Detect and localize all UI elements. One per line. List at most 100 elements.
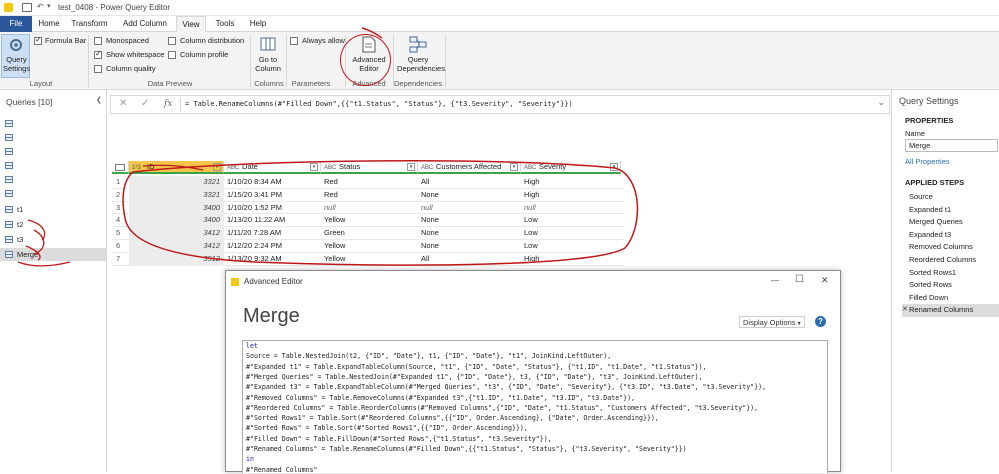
columns-group-label: Columns — [254, 79, 284, 88]
step-label: Renamed Columns — [909, 305, 974, 315]
annotation-stroke — [17, 219, 71, 267]
column-quality-checkbox[interactable] — [94, 65, 102, 73]
applied-step[interactable]: Sorted Rows — [902, 279, 999, 292]
app-logo-icon — [4, 3, 13, 12]
collapse-pane-icon[interactable]: ❮ — [96, 96, 102, 104]
tab-home[interactable]: Home — [33, 16, 65, 32]
query-item[interactable] — [0, 187, 106, 200]
table-icon — [5, 221, 13, 228]
dialog-title: Advanced Editor — [244, 277, 303, 286]
dialog-app-icon — [231, 278, 239, 286]
formula-divider — [180, 98, 181, 111]
query-item[interactable] — [0, 131, 106, 144]
applied-step[interactable]: Source — [902, 191, 999, 204]
advanced-editor-dialog: Advanced Editor — ☐ ✕ Merge Display Opti… — [225, 270, 841, 474]
go-to-column-button[interactable]: Go to Column — [254, 35, 282, 75]
name-input[interactable]: Merge — [905, 139, 998, 152]
ribbon-divider — [88, 35, 89, 87]
code-line: #"Sorted Rows1" = Table.Sort(#"Reordered… — [246, 414, 659, 423]
go-to-column-label: Go to Column — [255, 55, 281, 73]
display-options-dropdown[interactable]: Display Options ▾ — [739, 316, 805, 328]
query-item[interactable] — [0, 173, 106, 186]
settings-title: Query Settings — [899, 96, 959, 106]
tab-add-column[interactable]: Add Column — [117, 16, 173, 32]
delete-step-icon[interactable]: ✕ — [902, 304, 908, 317]
monospaced-checkbox[interactable] — [94, 37, 102, 45]
applied-step[interactable]: Reordered Columns — [902, 254, 999, 267]
undo-icon[interactable]: ↶ — [37, 2, 44, 11]
applied-step[interactable]: Expanded t3 — [902, 229, 999, 242]
help-icon[interactable]: ? — [815, 316, 826, 327]
quick-access-dropdown-icon[interactable]: ▾ — [47, 2, 51, 10]
dependencies-group-label: Dependencies — [394, 79, 442, 88]
tab-help[interactable]: Help — [244, 16, 272, 32]
table-icon — [5, 148, 13, 155]
annotation-loop — [122, 160, 639, 266]
applied-step-selected[interactable]: ✕ Renamed Columns — [902, 304, 999, 317]
always-allow-checkbox[interactable] — [290, 37, 298, 45]
always-allow-label: Always allow — [302, 36, 345, 45]
code-line: Source = Table.NestedJoin(t2, {"ID", "Da… — [246, 352, 612, 361]
expand-formula-icon[interactable]: ⌄ — [877, 97, 885, 108]
ribbon: Query Settings Formula Bar Layout Monosp… — [0, 32, 999, 90]
query-item[interactable] — [0, 145, 106, 158]
table-icon — [5, 190, 13, 197]
column-distribution-checkbox[interactable] — [168, 37, 176, 45]
code-line: #"Removed Columns" = Table.RemoveColumns… — [246, 393, 636, 402]
applied-step[interactable]: Sorted Rows1 — [902, 267, 999, 280]
applied-step[interactable]: Filled Down — [902, 292, 999, 305]
applied-step[interactable]: Expanded t1 — [902, 204, 999, 217]
ribbon-tabs: File Home Transform Add Column View Tool… — [0, 16, 999, 33]
commit-icon[interactable]: ✓ — [141, 98, 149, 109]
applied-step[interactable]: Removed Columns — [902, 241, 999, 254]
code-line: #"Merged Queries" = Table.NestedJoin(#"E… — [246, 372, 703, 381]
display-options-label: Display Options — [743, 318, 796, 327]
tab-tools[interactable]: Tools — [210, 16, 240, 32]
go-to-column-icon — [260, 37, 276, 51]
column-quality-label: Column quality — [106, 64, 156, 73]
applied-step[interactable]: Merged Queries — [902, 216, 999, 229]
close-icon[interactable]: ✕ — [821, 275, 829, 286]
code-line: #"Expanded t1" = Table.ExpandTableColumn… — [246, 362, 707, 371]
show-whitespace-checkbox[interactable] — [94, 49, 102, 59]
formula-bar-checkbox[interactable] — [34, 35, 42, 45]
fx-icon[interactable]: fx — [164, 99, 172, 109]
cancel-icon[interactable]: ✕ — [119, 98, 127, 109]
monospaced-label: Monospaced — [106, 36, 149, 45]
minimize-icon[interactable]: — — [771, 276, 779, 285]
table-icon — [5, 236, 13, 243]
column-distribution-label: Column distribution — [180, 36, 245, 45]
window-title: test_0408 - Power Query Editor — [58, 3, 171, 12]
maximize-icon[interactable]: ☐ — [795, 274, 804, 285]
layout-group-label: Layout — [29, 79, 53, 88]
tab-file[interactable]: File — [0, 16, 32, 32]
code-line: #"Renamed Columns" — [246, 465, 318, 474]
query-settings-label: Query Settings — [3, 55, 31, 73]
show-whitespace-label: Show whitespace — [106, 50, 165, 59]
code-line: #"Filled Down" = Table.FillDown(#"Sorted… — [246, 434, 552, 443]
column-profile-checkbox[interactable] — [168, 51, 176, 59]
query-item[interactable] — [0, 117, 106, 130]
annotation-circle — [340, 34, 391, 86]
save-icon[interactable] — [22, 3, 32, 12]
query-heading: Merge — [243, 305, 300, 327]
code-line: #"Expanded t3" = Table.ExpandTableColumn… — [246, 383, 767, 392]
query-item[interactable] — [0, 159, 106, 172]
query-settings-icon — [10, 39, 22, 51]
annotation-stroke — [361, 27, 383, 39]
ribbon-divider — [250, 35, 251, 87]
table-icon — [5, 176, 13, 183]
query-settings-pane: Query Settings PROPERTIES Name Merge All… — [891, 90, 999, 472]
all-properties-link[interactable]: All Properties — [905, 157, 950, 166]
query-settings-button[interactable]: Query Settings — [1, 34, 30, 78]
queries-pane-title: Queries [10] — [6, 97, 53, 107]
ribbon-divider — [445, 35, 446, 87]
formula-bar: ✕ ✓ fx = Table.RenameColumns(#"Filled Do… — [110, 95, 890, 114]
tab-transform[interactable]: Transform — [67, 16, 112, 32]
code-editor[interactable]: let Source = Table.NestedJoin(t2, {"ID",… — [242, 340, 828, 474]
formula-input[interactable]: = Table.RenameColumns(#"Filled Down",{{"… — [185, 100, 573, 108]
properties-heading: PROPERTIES — [905, 116, 954, 125]
formula-controls: ✕ ✓ fx — [111, 96, 181, 113]
query-dependencies-button[interactable]: Query Dependencies — [397, 35, 445, 75]
tab-view[interactable]: View — [176, 16, 206, 33]
